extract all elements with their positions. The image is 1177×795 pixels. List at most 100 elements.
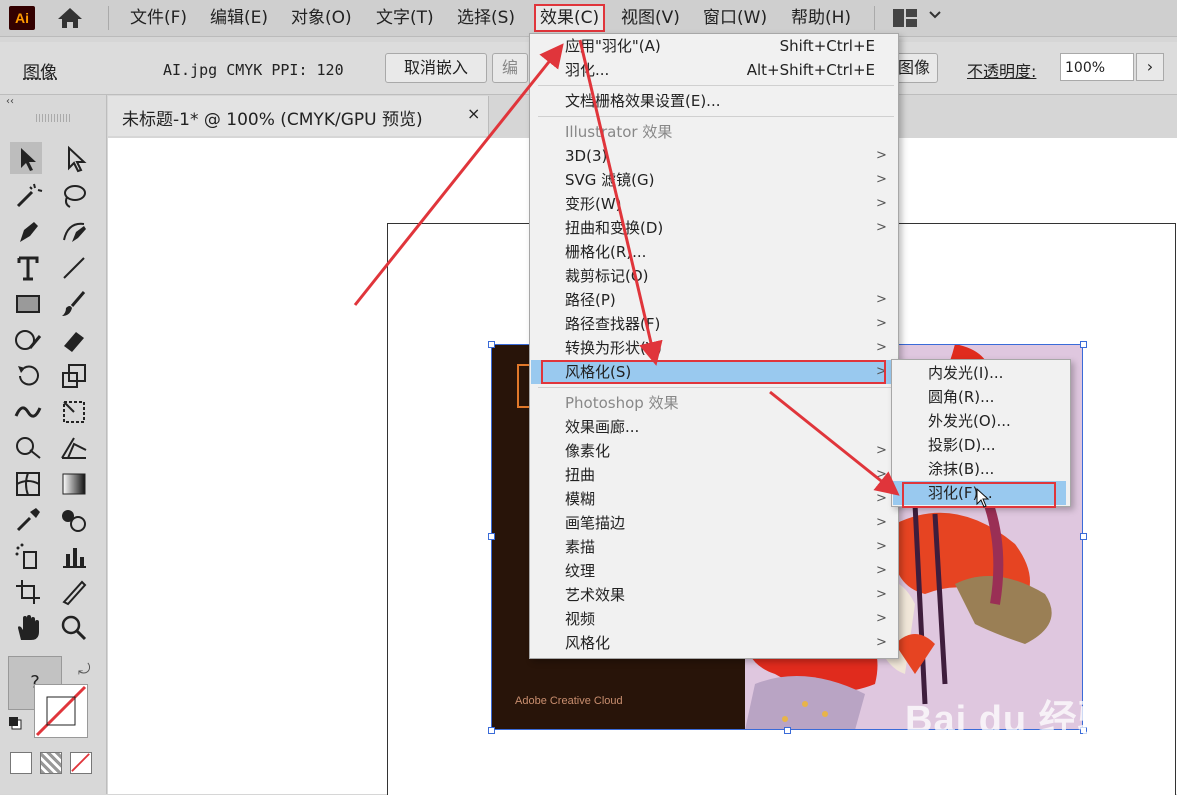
menu-effect[interactable]: 效果(C) [534,4,606,32]
swap-colors-icon[interactable]: ⤾ [78,660,91,678]
menu-item-video[interactable]: 视频 [565,607,595,631]
rotate-tool-icon[interactable] [12,360,44,392]
stroke-color-swatch[interactable] [34,684,88,738]
resize-handle[interactable] [784,727,791,734]
menu-type[interactable]: 文字(T) [376,6,434,30]
menu-item-effect-gallery[interactable]: 效果画廊... [565,415,639,439]
color-mode-button[interactable] [10,752,32,774]
menu-item-sketch[interactable]: 素描 [565,535,595,559]
selection-tool-icon[interactable] [10,142,42,174]
menu-help[interactable]: 帮助(H) [791,6,851,30]
chevron-right-icon: > [876,515,887,530]
menu-item-pixelate[interactable]: 像素化 [565,439,610,463]
column-graph-tool-icon[interactable] [58,540,90,572]
chevron-right-icon: > [876,196,887,211]
artboard-tool-icon[interactable] [12,576,44,608]
blend-tool-icon[interactable] [58,504,90,536]
eraser-tool-icon[interactable] [58,324,90,356]
lasso-tool-icon[interactable] [58,180,90,212]
menu-item-artistic[interactable]: 艺术效果 [565,583,625,607]
menu-file[interactable]: 文件(F) [130,6,187,30]
menu-select[interactable]: 选择(S) [457,6,515,30]
type-tool-icon[interactable] [12,252,44,284]
menu-object[interactable]: 对象(O) [291,6,352,30]
resize-handle[interactable] [488,533,495,540]
scale-tool-icon[interactable] [58,360,90,392]
resize-handle[interactable] [488,341,495,348]
direct-selection-tool-icon[interactable] [58,142,90,174]
shape-builder-tool-icon[interactable] [12,432,44,464]
menu-item-document-raster-settings[interactable]: 文档栅格效果设置(E)... [565,89,721,113]
width-tool-icon[interactable] [12,396,44,428]
slice-tool-icon[interactable] [58,576,90,608]
opacity-input[interactable]: 100% [1060,53,1134,81]
default-colors-icon[interactable] [8,716,22,730]
close-icon[interactable]: × [467,104,480,123]
menu-item-stylize-photoshop[interactable]: 风格化 [565,631,610,655]
shortcut-label: Alt+Shift+Ctrl+E [746,61,875,79]
menu-view[interactable]: 视图(V) [621,6,680,30]
panel-grip[interactable] [36,114,70,122]
menu-item-apply-last-effect[interactable]: 应用"羽化"(A) [565,34,661,58]
menu-edit[interactable]: 编辑(E) [210,6,268,30]
gradient-tool-icon[interactable] [58,468,90,500]
menu-separator [538,116,894,117]
shaper-tool-icon[interactable] [12,324,44,356]
resize-handle[interactable] [1080,341,1087,348]
watermark-logo-text: Bai du 经验 [905,699,1117,741]
chevron-right-icon[interactable]: › [1136,53,1164,81]
menu-item-distort-transform[interactable]: 扭曲和变换(D) [565,216,663,240]
free-transform-tool-icon[interactable] [58,396,90,428]
edit-original-button[interactable]: 编 [492,53,528,83]
menu-window[interactable]: 窗口(W) [703,6,767,30]
workspace-layout-icon[interactable] [892,8,918,28]
submenu-item-round-corners[interactable]: 圆角(R)... [928,385,994,409]
curvature-tool-icon[interactable] [58,216,90,248]
hand-tool-icon[interactable] [12,612,44,644]
submenu-item-drop-shadow[interactable]: 投影(D)... [928,433,996,457]
line-tool-icon[interactable] [58,252,90,284]
object-type-label[interactable]: 图像 [23,58,57,83]
opacity-label[interactable]: 不透明度: [967,58,1036,82]
illustrator-effects-header: Illustrator 效果 [565,123,673,141]
zoom-tool-icon[interactable] [58,612,90,644]
menu-item-svg-filters[interactable]: SVG 滤镜(G) [565,168,655,192]
collapse-panel-icon[interactable]: ‹‹ [6,96,14,107]
menu-item-last-effect[interactable]: 羽化... [565,58,609,82]
menu-item-convert-to-shape[interactable]: 转换为形状(V) [565,336,662,360]
menu-item-3d[interactable]: 3D(3) [565,144,607,168]
home-icon[interactable] [55,6,85,30]
submenu-item-scribble[interactable]: 涂抹(B)... [928,457,994,481]
menu-item-texture[interactable]: 纹理 [565,559,595,583]
pen-tool-icon[interactable] [12,216,44,248]
magic-wand-tool-icon[interactable] [12,180,44,212]
gradient-mode-button[interactable] [40,752,62,774]
menu-item-distort[interactable]: 扭曲 [565,463,595,487]
submenu-item-inner-glow[interactable]: 内发光(I)... [928,361,1003,385]
none-mode-button[interactable] [70,752,92,774]
chevron-right-icon: > [876,148,887,163]
rectangle-tool-icon[interactable] [12,288,44,320]
menu-item-rasterize[interactable]: 栅格化(R)... [565,240,646,264]
eyedropper-tool-icon[interactable] [12,504,44,536]
menu-item-path[interactable]: 路径(P) [565,288,616,312]
chevron-down-icon[interactable] [929,8,941,24]
paintbrush-tool-icon[interactable] [58,288,90,320]
menu-item-pathfinder[interactable]: 路径查找器(F) [565,312,660,336]
mesh-tool-icon[interactable] [12,468,44,500]
unembed-button[interactable]: 取消嵌入 [385,53,487,83]
perspective-grid-tool-icon[interactable] [58,432,90,464]
document-tab-title[interactable]: 未标题-1* @ 100% (CMYK/GPU 预览) [122,105,423,130]
photoshop-effects-header: Photoshop 效果 [565,394,679,412]
chevron-right-icon: > [876,635,887,650]
symbol-sprayer-tool-icon[interactable] [12,540,44,572]
resize-handle[interactable] [488,727,495,734]
menu-item-brush-strokes[interactable]: 画笔描边 [565,511,625,535]
resize-handle[interactable] [1080,533,1087,540]
submenu-item-outer-glow[interactable]: 外发光(O)... [928,409,1011,433]
menu-item-warp[interactable]: 变形(W) [565,192,622,216]
chevron-right-icon: > [876,292,887,307]
menu-item-crop-marks[interactable]: 裁剪标记(O) [565,264,649,288]
menu-item-blur[interactable]: 模糊 [565,487,595,511]
shortcut-label: Shift+Ctrl+E [779,37,875,55]
